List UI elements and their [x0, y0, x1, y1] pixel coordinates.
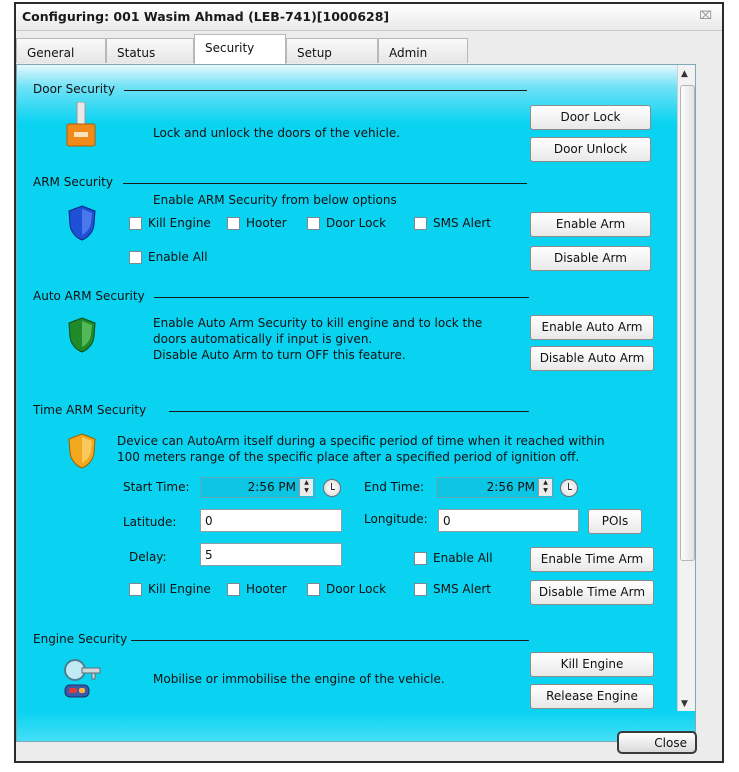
time-kill-engine-box[interactable] — [129, 583, 142, 596]
door-security-rule — [124, 90, 527, 91]
pois-button[interactable]: POIs — [588, 509, 642, 534]
arm-security-description: Enable ARM Security from below options — [153, 193, 397, 207]
tab-general[interactable]: General — [16, 38, 106, 63]
security-content: Door Security Lock and unlock the doors … — [17, 65, 678, 711]
time-hooter-label: Hooter — [246, 582, 287, 596]
time-sms-alert-label: SMS Alert — [433, 582, 491, 596]
green-shield-icon — [67, 317, 97, 353]
tab-admin[interactable]: Admin — [378, 38, 468, 63]
delay-input[interactable] — [200, 543, 342, 566]
arm-kill-engine-label: Kill Engine — [148, 216, 211, 230]
tab-setup-label: Setup — [297, 46, 332, 60]
end-time-label: End Time: — [364, 480, 425, 494]
enable-auto-arm-button[interactable]: Enable Auto Arm — [530, 315, 654, 340]
blue-shield-icon — [67, 205, 97, 241]
longitude-input[interactable] — [438, 509, 579, 532]
start-time-label: Start Time: — [123, 480, 190, 494]
delay-label: Delay: — [129, 550, 167, 564]
time-kill-engine-label: Kill Engine — [148, 582, 211, 596]
time-arm-security-rule — [169, 411, 529, 412]
kill-engine-button[interactable]: Kill Engine — [530, 652, 654, 677]
time-hooter-box[interactable] — [227, 583, 240, 596]
engine-key-icon — [61, 657, 105, 701]
end-time-picker[interactable]: 2:56 PM ▲ ▼ — [436, 477, 554, 498]
disable-arm-button[interactable]: Disable Arm — [530, 246, 651, 271]
tab-setup[interactable]: Setup — [286, 38, 378, 63]
end-time-spinner[interactable]: ▲ ▼ — [538, 479, 552, 496]
auto-arm-security-rule — [154, 297, 529, 298]
door-lock-button[interactable]: Door Lock — [530, 105, 651, 130]
time-enable-all-label: Enable All — [433, 551, 493, 565]
engine-security-description: Mobilise or immobilise the engine of the… — [153, 672, 445, 686]
window-title: Configuring: 001 Wasim Ahmad (LEB-741)[1… — [22, 9, 390, 24]
arm-kill-engine-box[interactable] — [129, 217, 142, 230]
start-time-value: 2:56 PM — [247, 480, 296, 494]
enable-arm-button[interactable]: Enable Arm — [530, 212, 651, 237]
arm-enable-all-label: Enable All — [148, 250, 208, 264]
auto-arm-description-line2: doors automatically if input is given. — [153, 332, 373, 346]
door-lock-icon — [65, 101, 97, 148]
engine-security-rule — [131, 640, 529, 641]
close-button[interactable]: Close — [617, 731, 697, 754]
tab-admin-label: Admin — [389, 46, 428, 60]
tab-security-label: Security — [205, 41, 255, 55]
tab-general-label: General — [27, 46, 75, 60]
time-door-lock-label: Door Lock — [326, 582, 387, 596]
enable-time-arm-button[interactable]: Enable Time Arm — [530, 547, 654, 572]
scroll-down-icon[interactable]: ▼ — [681, 699, 688, 709]
door-security-description: Lock and unlock the doors of the vehicle… — [153, 126, 401, 140]
disable-time-arm-button[interactable]: Disable Time Arm — [530, 580, 654, 605]
gold-shield-icon — [67, 433, 97, 469]
auto-arm-security-title: Auto ARM Security — [33, 289, 145, 303]
disable-auto-arm-button[interactable]: Disable Auto Arm — [530, 346, 654, 371]
end-time-value: 2:56 PM — [486, 480, 535, 494]
arm-security-rule — [123, 183, 527, 184]
door-unlock-button[interactable]: Door Unlock — [530, 137, 651, 162]
latitude-label: Latitude: — [123, 515, 177, 529]
time-arm-description-line1: Device can AutoArm itself during a speci… — [117, 434, 605, 448]
time-door-lock-box[interactable] — [307, 583, 320, 596]
door-security-title: Door Security — [33, 82, 115, 96]
arm-sms-alert-box[interactable] — [414, 217, 427, 230]
time-sms-alert-box[interactable] — [414, 583, 427, 596]
end-time-clock-icon[interactable] — [560, 479, 578, 497]
window-close-icon[interactable]: ⌧ — [699, 9, 712, 22]
auto-arm-description-line1: Enable Auto Arm Security to kill engine … — [153, 316, 483, 330]
tab-security[interactable]: Security — [194, 34, 286, 64]
scrollbar-thumb[interactable] — [680, 85, 695, 561]
arm-door-lock-label: Door Lock — [326, 216, 387, 230]
footer-bar — [17, 711, 695, 741]
title-bar: Configuring: 001 Wasim Ahmad (LEB-741)[1… — [16, 4, 722, 31]
time-arm-security-title: Time ARM Security — [33, 403, 147, 417]
auto-arm-description-line3: Disable Auto Arm to turn OFF this featur… — [153, 348, 406, 362]
start-time-picker[interactable]: 2:56 PM ▲ ▼ — [200, 477, 315, 498]
security-panel: Door Security Lock and unlock the doors … — [16, 64, 696, 742]
arm-security-title: ARM Security — [33, 175, 113, 189]
tab-status[interactable]: Status — [106, 38, 194, 63]
arm-hooter-box[interactable] — [227, 217, 240, 230]
vertical-scrollbar[interactable]: ▲ ▼ — [677, 65, 695, 711]
release-engine-button[interactable]: Release Engine — [530, 684, 654, 709]
engine-security-title: Engine Security — [33, 632, 128, 646]
arm-hooter-label: Hooter — [246, 216, 287, 230]
arm-enable-all-box[interactable] — [129, 251, 142, 264]
latitude-input[interactable] — [200, 509, 342, 532]
start-time-spinner[interactable]: ▲ ▼ — [299, 479, 313, 496]
longitude-label: Longitude: — [364, 512, 428, 526]
time-enable-all-box[interactable] — [414, 552, 427, 565]
start-time-clock-icon[interactable] — [323, 479, 341, 497]
tab-status-label: Status — [117, 46, 156, 60]
time-arm-description-line2: 100 meters range of the specific place a… — [117, 450, 580, 464]
arm-sms-alert-label: SMS Alert — [433, 216, 491, 230]
arm-door-lock-box[interactable] — [307, 217, 320, 230]
scroll-up-icon[interactable]: ▲ — [681, 69, 688, 79]
